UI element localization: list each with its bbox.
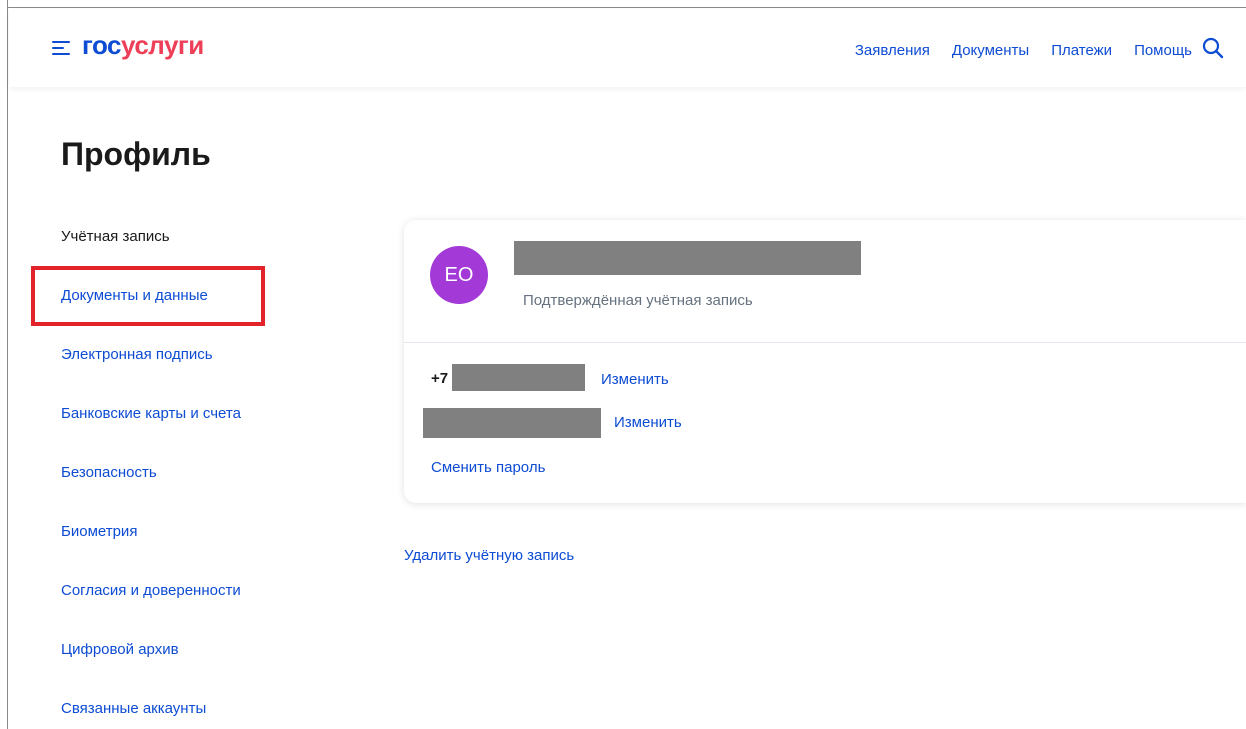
nav-payments-link[interactable]: Платежи bbox=[1051, 42, 1112, 60]
change-email-link[interactable]: Изменить bbox=[614, 414, 682, 432]
sidebar-item-e-signature[interactable]: Электронная подпись bbox=[61, 344, 321, 403]
delete-account-link[interactable]: Удалить учётную запись bbox=[404, 547, 574, 564]
redacted-full-name bbox=[514, 241, 861, 275]
sidebar-item-consents[interactable]: Согласия и доверенности bbox=[61, 580, 321, 639]
account-status-text: Подтверждённая учётная запись bbox=[523, 292, 753, 309]
card-divider bbox=[404, 342, 1246, 343]
logo-text-uslugi: услуги bbox=[121, 30, 204, 60]
profile-card: ЕО Подтверждённая учётная запись +7 Изме… bbox=[404, 220, 1246, 503]
search-icon[interactable] bbox=[1201, 36, 1225, 60]
logo-text-gos: гос bbox=[82, 30, 122, 60]
hamburger-menu-icon[interactable] bbox=[52, 41, 70, 55]
change-phone-link[interactable]: Изменить bbox=[601, 371, 669, 389]
redacted-phone-number bbox=[452, 364, 585, 391]
gosuslugi-logo[interactable]: госуслуги bbox=[82, 30, 204, 60]
window-top-border bbox=[0, 0, 1246, 8]
change-password-link[interactable]: Сменить пароль bbox=[431, 459, 545, 477]
avatar: ЕО bbox=[430, 246, 488, 304]
redacted-email bbox=[423, 408, 601, 438]
sidebar-item-bank-cards[interactable]: Банковские карты и счета bbox=[61, 403, 321, 462]
sidebar-item-security[interactable]: Безопасность bbox=[61, 462, 321, 521]
highlight-annotation-box bbox=[31, 266, 265, 326]
phone-prefix: +7 bbox=[431, 370, 449, 387]
page-title: Профиль bbox=[61, 136, 211, 172]
window-left-border bbox=[0, 0, 8, 729]
nav-help-link[interactable]: Помощь bbox=[1134, 42, 1192, 60]
sidebar-item-digital-archive[interactable]: Цифровой архив bbox=[61, 639, 321, 698]
top-nav: Заявления Документы Платежи Помощь bbox=[855, 42, 1192, 60]
sidebar-item-linked-accounts[interactable]: Связанные аккаунты bbox=[61, 698, 321, 729]
nav-documents-link[interactable]: Документы bbox=[952, 42, 1029, 60]
nav-applications-link[interactable]: Заявления bbox=[855, 42, 930, 60]
sidebar-item-biometrics[interactable]: Биометрия bbox=[61, 521, 321, 580]
